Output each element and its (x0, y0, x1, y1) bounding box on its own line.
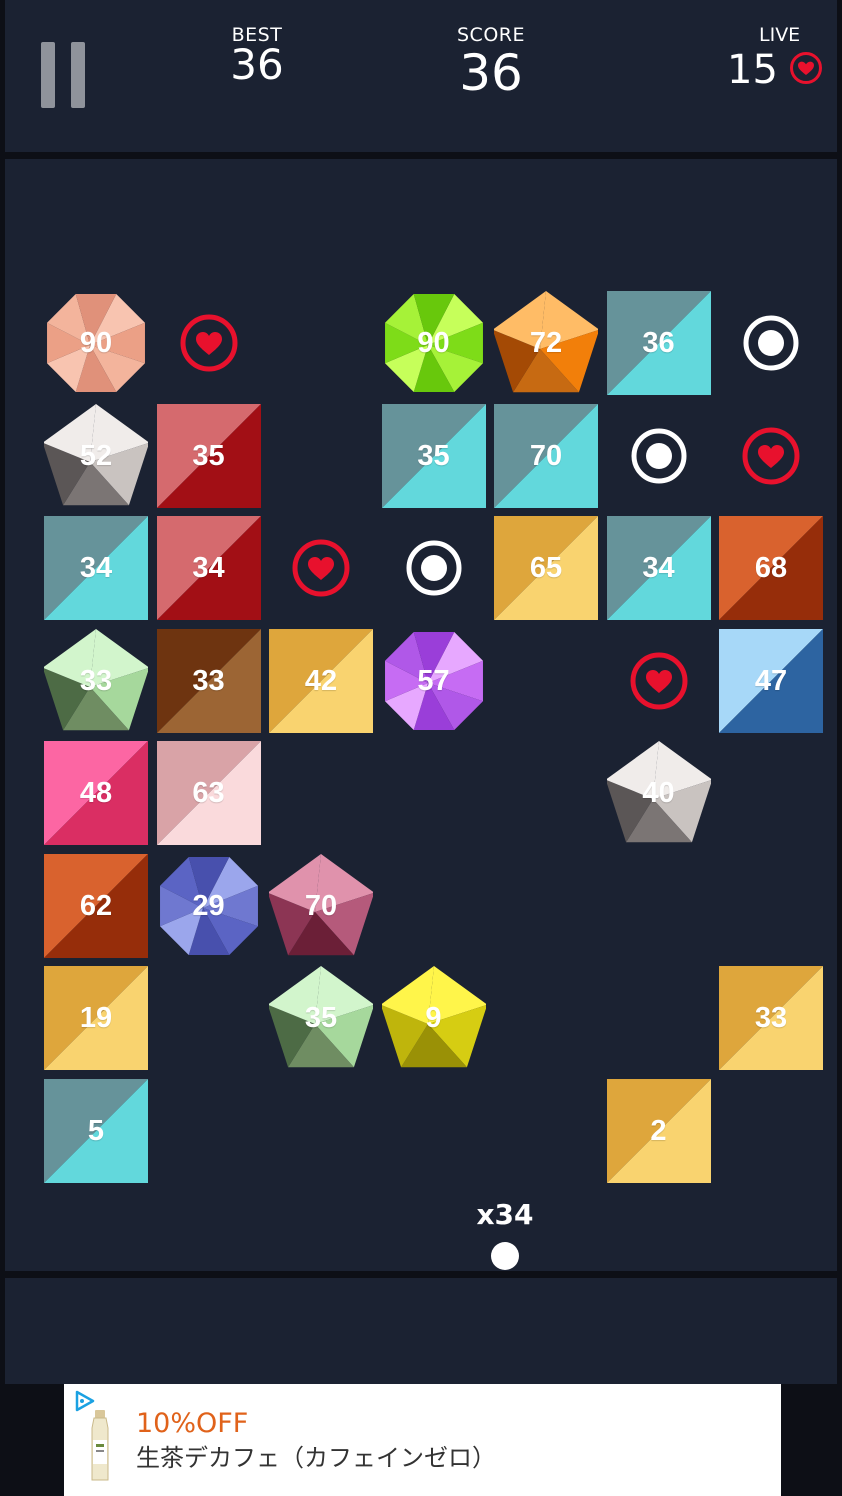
brick-hit-count: 63 (192, 777, 225, 809)
brick-hit-count: 35 (192, 439, 225, 472)
square-brick: 33 (156, 628, 261, 733)
brick-hit-count: 2 (650, 1114, 667, 1147)
brick-hit-count: 90 (417, 327, 450, 359)
square-brick: 62 (44, 853, 148, 958)
heart-icon (790, 52, 822, 84)
square-brick: 34 (606, 516, 711, 620)
top-bar: BEST 36 SCORE 36 LIVE 15 (5, 0, 837, 152)
square-brick: 34 (44, 516, 148, 620)
pentagon-gem-brick: 72 (494, 291, 598, 395)
brick-hit-count: 9 (425, 1002, 442, 1034)
brick-hit-count: 34 (79, 552, 113, 584)
brick-hit-count: 36 (642, 327, 675, 359)
pause-button[interactable] (39, 42, 87, 108)
pentagon-gem-brick: 33 (44, 628, 148, 733)
square-brick: 2 (606, 1078, 711, 1183)
pentagon-gem-brick: 70 (269, 853, 373, 958)
pentagon-gem-brick: 35 (269, 966, 373, 1070)
octagon-gem-brick: 57 (382, 629, 486, 733)
octagon-gem-brick: 90 (44, 291, 148, 395)
square-brick: 35 (156, 403, 261, 508)
square-brick: 65 (494, 516, 598, 620)
ad-headline: 10%OFF (136, 1408, 249, 1439)
extra-life-heart-icon (607, 629, 711, 733)
brick-hit-count: 70 (304, 889, 338, 922)
score-value: 36 (459, 44, 523, 102)
extra-life-heart-icon (157, 291, 261, 395)
square-brick: 63 (156, 741, 261, 845)
octagon-gem-brick: 90 (382, 291, 486, 395)
brick-hit-count: 33 (79, 664, 113, 697)
square-brick: 36 (606, 291, 711, 395)
current-score: SCORE 36 (441, 24, 541, 98)
square-brick: 48 (44, 741, 148, 845)
pentagon-gem-brick: 40 (606, 741, 711, 845)
brick-hit-count: 52 (79, 439, 113, 472)
brick-hit-count: 68 (754, 552, 788, 584)
bottom-panel (5, 1278, 837, 1384)
ad-product-name: 生茶デカフェ（カフェインゼロ） (136, 1444, 496, 1472)
extra-life-heart-icon (719, 404, 823, 508)
ad-banner[interactable]: 10%OFF 生茶デカフェ（カフェインゼロ） (64, 1384, 781, 1496)
brick-hit-count: 35 (417, 439, 450, 472)
brick-hit-count: 33 (754, 1002, 788, 1034)
adchoices-icon[interactable] (74, 1390, 96, 1412)
live-value: 15 (727, 47, 778, 93)
brick-hit-count: 90 (79, 327, 113, 359)
square-brick: 5 (44, 1078, 148, 1183)
live-label: LIVE (759, 24, 801, 46)
tea-bottle-image (91, 1410, 109, 1481)
square-brick: 68 (719, 516, 823, 620)
extra-ball-ring-icon (719, 291, 823, 395)
brick-hit-count: 29 (192, 889, 225, 922)
pentagon-gem-brick: 9 (381, 966, 486, 1070)
octagon-gem-brick: 29 (157, 854, 261, 958)
score-label: SCORE (457, 24, 525, 46)
square-brick: 35 (381, 403, 486, 508)
brick-hit-count: 57 (417, 664, 450, 697)
square-brick: 33 (719, 966, 823, 1070)
brick-hit-count: 70 (529, 439, 563, 472)
brick-hit-count: 33 (192, 664, 225, 697)
square-brick: 47 (719, 628, 823, 733)
best-value: 36 (230, 40, 284, 89)
ball-count: x34 (476, 1198, 534, 1231)
extra-life-heart-icon (269, 516, 373, 620)
extra-ball-ring-icon (607, 404, 711, 508)
brick-hit-count: 5 (87, 1114, 105, 1147)
brick-hit-count: 35 (304, 1002, 338, 1034)
brick-hit-count: 62 (79, 889, 113, 922)
brick-hit-count: 47 (754, 664, 788, 697)
extra-ball-ring-icon (382, 516, 486, 620)
brick-hit-count: 34 (192, 552, 225, 584)
brick-hit-count: 65 (529, 552, 563, 584)
pause-icon (41, 42, 55, 108)
launcher-ball[interactable] (491, 1242, 519, 1270)
square-brick: 34 (156, 516, 261, 620)
square-brick: 70 (494, 403, 598, 508)
brick-hit-count: 40 (642, 777, 675, 809)
square-brick: 19 (44, 966, 148, 1070)
brick-hit-count: 48 (79, 777, 113, 809)
pentagon-gem-brick: 52 (44, 403, 148, 508)
brick-hit-count: 34 (642, 552, 675, 584)
square-brick: 42 (269, 628, 373, 733)
brick-hit-count: 19 (79, 1002, 113, 1034)
best-score: BEST 36 (207, 24, 307, 86)
brick-hit-count: 72 (529, 327, 563, 359)
brick-hit-count: 42 (304, 664, 338, 697)
